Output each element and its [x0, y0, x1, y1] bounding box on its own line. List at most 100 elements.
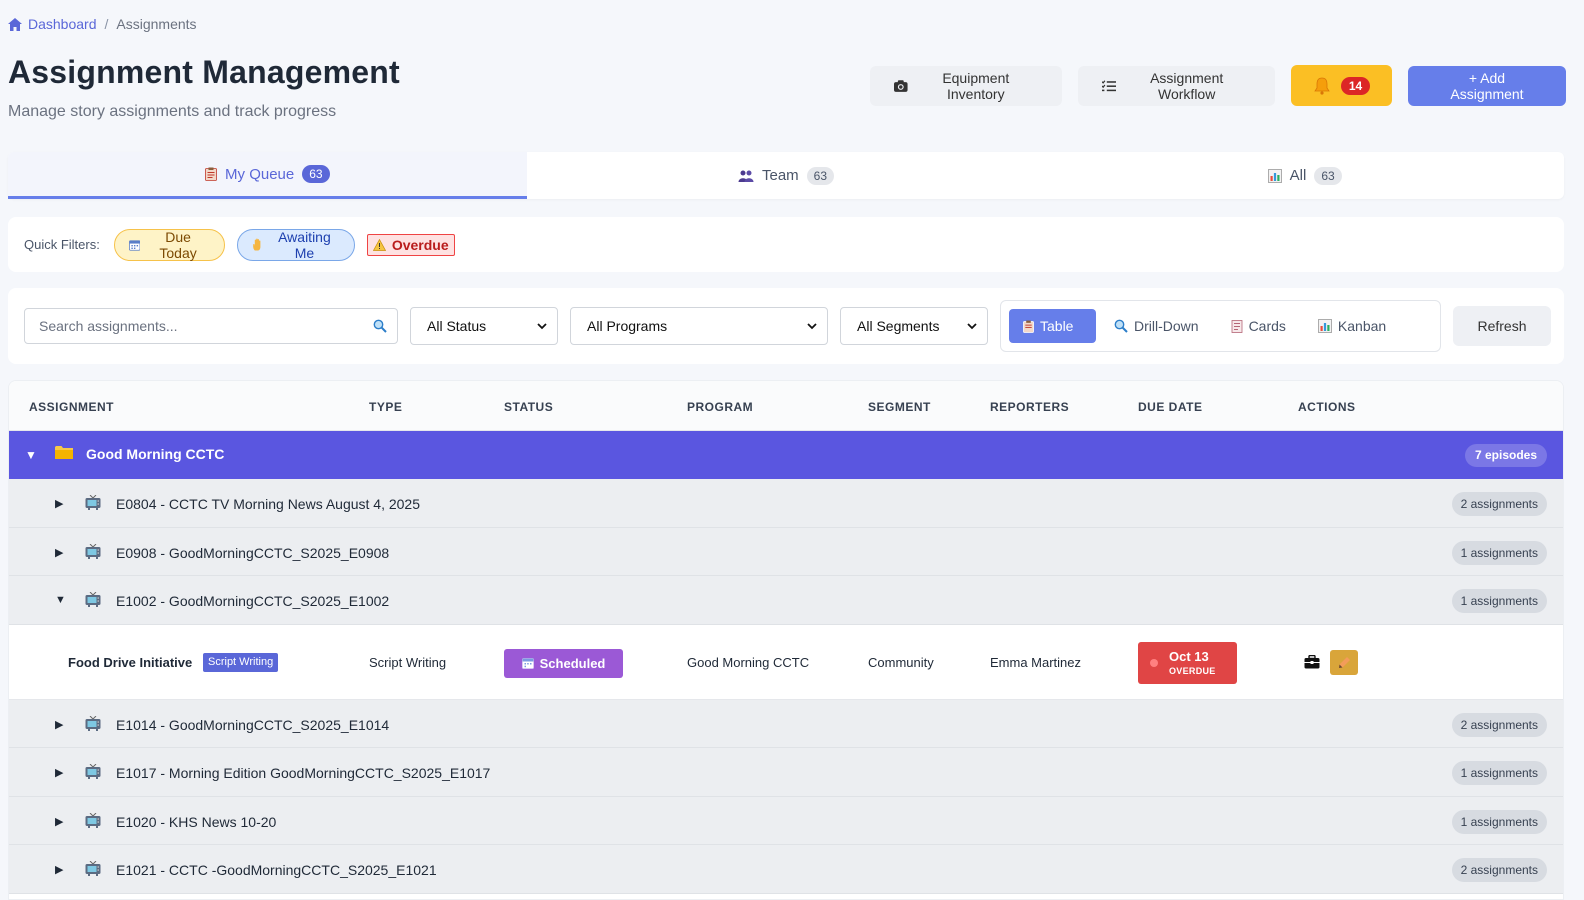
- column-header-due-date[interactable]: DUE DATE: [1138, 400, 1202, 414]
- expand-caret-icon[interactable]: ▶: [55, 863, 63, 876]
- refresh-button[interactable]: Refresh: [1453, 306, 1551, 346]
- breadcrumb-separator: /: [104, 16, 109, 32]
- overdue-label: Overdue: [391, 236, 449, 253]
- television-icon: [85, 715, 101, 731]
- episode-row[interactable]: ▶ E1017 - Morning Edition GoodMorningCCT…: [9, 748, 1563, 797]
- episode-row[interactable]: ▼ E1002 - GoodMorningCCTC_S2025_E1002 1 …: [9, 576, 1563, 625]
- episode-row[interactable]: ▶ E0804 - CCTC TV Morning News August 4,…: [9, 479, 1563, 528]
- column-header-program[interactable]: PROGRAM: [687, 400, 753, 414]
- expand-caret-icon[interactable]: ▶: [55, 815, 63, 828]
- episode-row[interactable]: ▶ E1021 - CCTC -GoodMorningCCTC_S2025_E1…: [9, 845, 1563, 894]
- breadcrumb-home-label[interactable]: Dashboard: [28, 16, 97, 32]
- view-cards-button[interactable]: Cards: [1217, 309, 1300, 343]
- bar-chart-icon: [1267, 168, 1282, 183]
- breadcrumb-dashboard-link[interactable]: Dashboard: [8, 16, 97, 32]
- tab-team[interactable]: Team 63: [527, 152, 1046, 199]
- chevron-down-icon: [807, 322, 817, 329]
- equipment-action-button[interactable]: [1298, 649, 1326, 675]
- quick-filters-bar: Quick Filters: Due Today Awaiting Me Ove…: [8, 217, 1564, 272]
- view-kanban-label: Kanban: [1337, 318, 1387, 334]
- magnifier-icon: [1114, 319, 1128, 333]
- assignment-title[interactable]: Food Drive Initiative: [68, 655, 192, 670]
- episode-row[interactable]: ▶ E1014 - GoodMorningCCTC_S2025_E1014 2 …: [9, 699, 1563, 748]
- view-table-button[interactable]: Table: [1009, 309, 1096, 343]
- search-icon[interactable]: [373, 319, 387, 333]
- view-kanban-button[interactable]: Kanban: [1304, 309, 1400, 343]
- episode-title: E1002 - GoodMorningCCTC_S2025_E1002: [116, 593, 390, 609]
- assignments-count-badge: 1 assignments: [1451, 540, 1547, 565]
- pencil-icon: [1338, 656, 1350, 668]
- due-today-label: Due Today: [159, 228, 197, 261]
- television-icon: [85, 764, 101, 779]
- awaiting-me-label: Awaiting Me: [278, 228, 331, 261]
- episode-row[interactable]: ▶ E1020 - KHS News 10-20 1 assignments: [9, 796, 1563, 845]
- episode-title: E1021 - CCTC -GoodMorningCCTC_S2025_E102…: [116, 862, 437, 878]
- header-actions: Equipment Inventory Assignment Workflow …: [870, 65, 1566, 106]
- programs-select-value: All Programs: [587, 318, 668, 334]
- tab-my-queue[interactable]: My Queue 63: [8, 152, 527, 199]
- due-today-filter[interactable]: Due Today: [113, 228, 225, 261]
- assignment-workflow-label: Assignment Workflow: [1150, 69, 1224, 102]
- collapse-caret-icon[interactable]: ▼: [55, 594, 66, 606]
- assignment-segment: Community: [868, 654, 934, 670]
- column-header-type[interactable]: TYPE: [369, 400, 402, 414]
- assignment-type: Script Writing: [369, 654, 447, 670]
- tab-my-queue-count: 63: [302, 165, 330, 183]
- column-header-status[interactable]: STATUS: [504, 400, 553, 414]
- expand-caret-icon[interactable]: ▶: [55, 497, 63, 510]
- notifications-button[interactable]: 14: [1291, 65, 1392, 106]
- tab-all-count: 63: [1314, 166, 1342, 185]
- status-badge: Scheduled: [504, 648, 623, 678]
- quick-filters-label: Quick Filters:: [24, 237, 100, 252]
- tab-team-label: Team: [761, 167, 799, 184]
- view-switcher: Table Drill-Down Cards Kanban: [1000, 300, 1441, 352]
- awaiting-me-filter[interactable]: Awaiting Me: [236, 228, 355, 261]
- view-drilldown-label: Drill-Down: [1134, 318, 1199, 334]
- column-header-reporters[interactable]: REPORTERS: [990, 400, 1069, 414]
- assignment-workflow-button[interactable]: Assignment Workflow: [1078, 65, 1275, 106]
- episode-title: E1020 - KHS News 10-20: [116, 813, 277, 830]
- collapse-caret-icon[interactable]: ▼: [25, 448, 37, 462]
- queue-tabs: My Queue 63 Team 63 All 63: [8, 152, 1564, 199]
- episode-row[interactable]: ▶ E0908 - GoodMorningCCTC_S2025_E0908 1 …: [9, 527, 1563, 576]
- list-check-icon: [1102, 79, 1117, 91]
- program-group-row[interactable]: ▼ Good Morning CCTC 7 episodes: [9, 431, 1563, 479]
- due-date-badge: Oct 13 OVERDUE: [1138, 641, 1237, 684]
- expand-caret-icon[interactable]: ▶: [55, 718, 63, 731]
- overdue-filter[interactable]: Overdue: [366, 233, 455, 256]
- assignments-table: ASSIGNMENT TYPE STATUS PROGRAM SEGMENT R…: [8, 380, 1564, 900]
- episode-title: E1014 - GoodMorningCCTC_S2025_E1014: [116, 716, 390, 733]
- column-header-assignment[interactable]: ASSIGNMENT: [29, 400, 114, 414]
- assignments-count-badge: 1 assignments: [1451, 761, 1547, 785]
- segments-select-value: All Segments: [857, 318, 940, 334]
- status-select[interactable]: All Status: [410, 307, 558, 345]
- camera-icon: [894, 79, 908, 92]
- tab-all[interactable]: All 63: [1045, 152, 1564, 199]
- card-index-icon: [1231, 319, 1242, 333]
- television-icon: [85, 495, 101, 510]
- episode-title: E0908 - GoodMorningCCTC_S2025_E0908: [116, 544, 390, 561]
- expand-caret-icon[interactable]: ▶: [55, 766, 63, 779]
- add-assignment-button[interactable]: + Add Assignment: [1408, 65, 1566, 106]
- search-input[interactable]: [39, 318, 373, 334]
- home-icon: [8, 17, 22, 31]
- edit-action-button[interactable]: [1330, 649, 1358, 675]
- calendar-icon: [128, 239, 141, 251]
- assignments-count-badge: 1 assignments: [1451, 589, 1547, 613]
- segments-select[interactable]: All Segments: [840, 307, 988, 345]
- episodes-count-badge: 7 episodes: [1464, 444, 1547, 467]
- folder-icon: [55, 446, 73, 459]
- equipment-inventory-button[interactable]: Equipment Inventory: [870, 65, 1062, 106]
- view-drilldown-button[interactable]: Drill-Down: [1100, 309, 1213, 343]
- assignment-program: Good Morning CCTC: [687, 654, 810, 670]
- assignment-row[interactable]: Food Drive Initiative Script Writing Scr…: [9, 624, 1563, 700]
- expand-caret-icon[interactable]: ▶: [55, 546, 63, 559]
- programs-select[interactable]: All Programs: [570, 307, 828, 345]
- assignments-count-badge: 1 assignments: [1451, 809, 1547, 834]
- search-box: [24, 308, 398, 344]
- bar-chart-icon: [1318, 319, 1332, 333]
- breadcrumb: Dashboard / Assignments: [8, 16, 197, 32]
- people-icon: [738, 170, 754, 182]
- status-select-value: All Status: [427, 318, 487, 334]
- column-header-segment[interactable]: SEGMENT: [868, 400, 931, 414]
